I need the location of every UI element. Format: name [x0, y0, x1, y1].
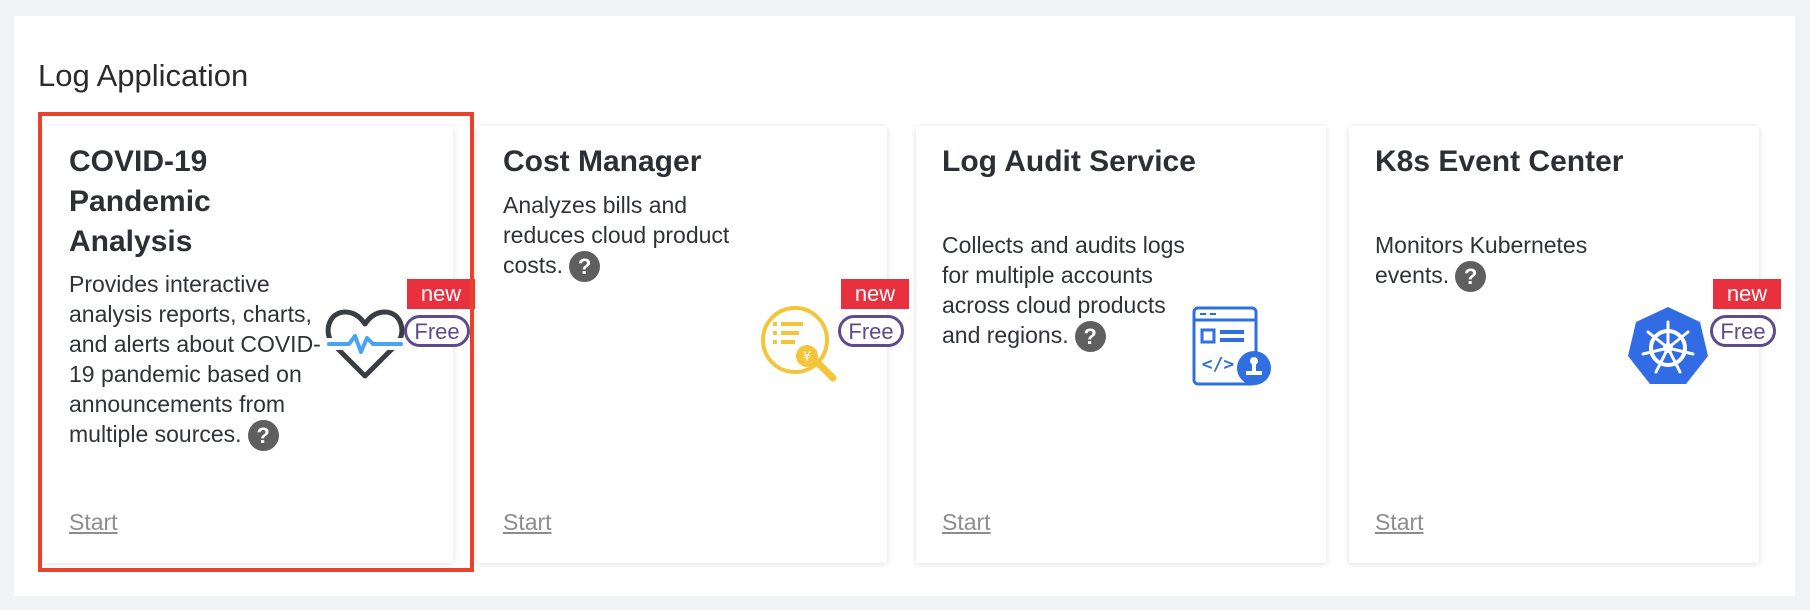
code-document-stamp-icon: </>: [1190, 304, 1274, 388]
new-badge: new: [841, 279, 909, 309]
kubernetes-icon: [1625, 304, 1711, 390]
help-icon[interactable]: ?: [1074, 321, 1106, 353]
card-description: Provides interactive analysis reports, c…: [69, 269, 324, 452]
card-title: K8s Event Center: [1375, 145, 1624, 178]
card-covid-19-pandemic-analysis[interactable]: COVID-19 Pandemic Analysis Provides inte…: [43, 126, 475, 563]
card-description-text: Provides interactive analysis reports, c…: [69, 271, 321, 447]
new-badge: new: [1713, 279, 1781, 309]
card-description: Collects and audits logs for multiple ac…: [942, 230, 1197, 353]
heartbeat-icon: [325, 302, 405, 382]
bill-magnifier-icon: ¥: [759, 304, 841, 386]
card-title: Log Audit Service: [942, 145, 1196, 178]
card-k8s-event-center[interactable]: K8s Event Center Monitors Kubernetes eve…: [1349, 126, 1781, 563]
free-badge: Free: [1710, 315, 1776, 347]
card-description: Monitors Kubernetes events.?: [1375, 230, 1630, 293]
start-link[interactable]: Start: [1375, 509, 1424, 536]
card-description-text: Collects and audits logs for multiple ac…: [942, 232, 1185, 348]
start-link[interactable]: Start: [503, 509, 552, 536]
help-icon[interactable]: ?: [1455, 261, 1487, 293]
help-icon[interactable]: ?: [569, 251, 601, 283]
start-link[interactable]: Start: [942, 509, 991, 536]
free-badge: Free: [838, 315, 904, 347]
help-icon[interactable]: ?: [247, 420, 279, 452]
card-description: Analyzes bills and reduces cloud product…: [503, 190, 758, 283]
card-cost-manager[interactable]: Cost Manager Analyzes bills and reduces …: [477, 126, 909, 563]
free-badge: Free: [404, 315, 470, 347]
section-title: Log Application: [38, 58, 249, 93]
card-title: COVID-19 Pandemic Analysis: [69, 145, 211, 258]
card-description-text: Analyzes bills and reduces cloud product…: [503, 192, 730, 278]
svg-text:</>: </>: [1202, 354, 1235, 375]
card-title: Cost Manager: [503, 145, 702, 178]
card-log-audit-service[interactable]: Log Audit Service Collects and audits lo…: [916, 126, 1326, 563]
new-badge: new: [407, 279, 475, 309]
svg-text:¥: ¥: [803, 350, 811, 365]
start-link[interactable]: Start: [69, 509, 118, 536]
